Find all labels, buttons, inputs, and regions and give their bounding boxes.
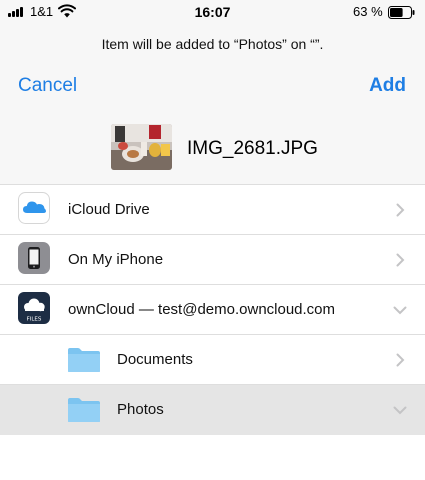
status-bar: 1&1 16:07 63 % [0,0,425,24]
location-label: iCloud Drive [68,201,150,218]
location-label: ownCloud — test@demo.owncloud.com [68,301,336,318]
owncloud-icon: FILES [18,292,50,324]
location-label: On My iPhone [68,251,164,268]
icloud-drive-icon [18,192,50,224]
chevron-right-icon [396,253,405,267]
folder-icon [68,398,100,422]
location-row-icloud-drive[interactable]: iCloud Drive [0,185,425,235]
photo-thumbnail [111,124,172,170]
chevron-down-icon [393,406,407,415]
location-row-documents[interactable]: Documents [0,335,425,385]
file-name: IMG_2681.JPG [187,138,318,159]
chevron-down-icon [393,306,407,315]
owncloud-icon-caption: FILES [27,317,42,323]
iphone-icon [18,242,50,274]
chevron-right-icon [396,203,405,217]
destination-note: Item will be added to “Photos” on “”. [101,36,324,52]
location-row-on-my-iphone[interactable]: On My iPhone [0,235,425,285]
location-row-photos[interactable]: Photos [0,385,425,435]
location-row-owncloud[interactable]: FILES ownCloud — test@demo.owncloud.com [0,285,425,335]
battery-icon [388,6,415,19]
location-label: Photos [117,401,164,418]
add-button[interactable]: Add [369,75,406,97]
location-label: Documents [117,351,193,368]
location-list: iCloud Drive On My iPhone FILES ownCloud… [0,184,425,435]
chevron-right-icon [396,353,405,367]
battery-percentage: 63 % [353,4,383,19]
folder-icon [68,348,100,372]
cancel-button[interactable]: Cancel [18,75,77,97]
